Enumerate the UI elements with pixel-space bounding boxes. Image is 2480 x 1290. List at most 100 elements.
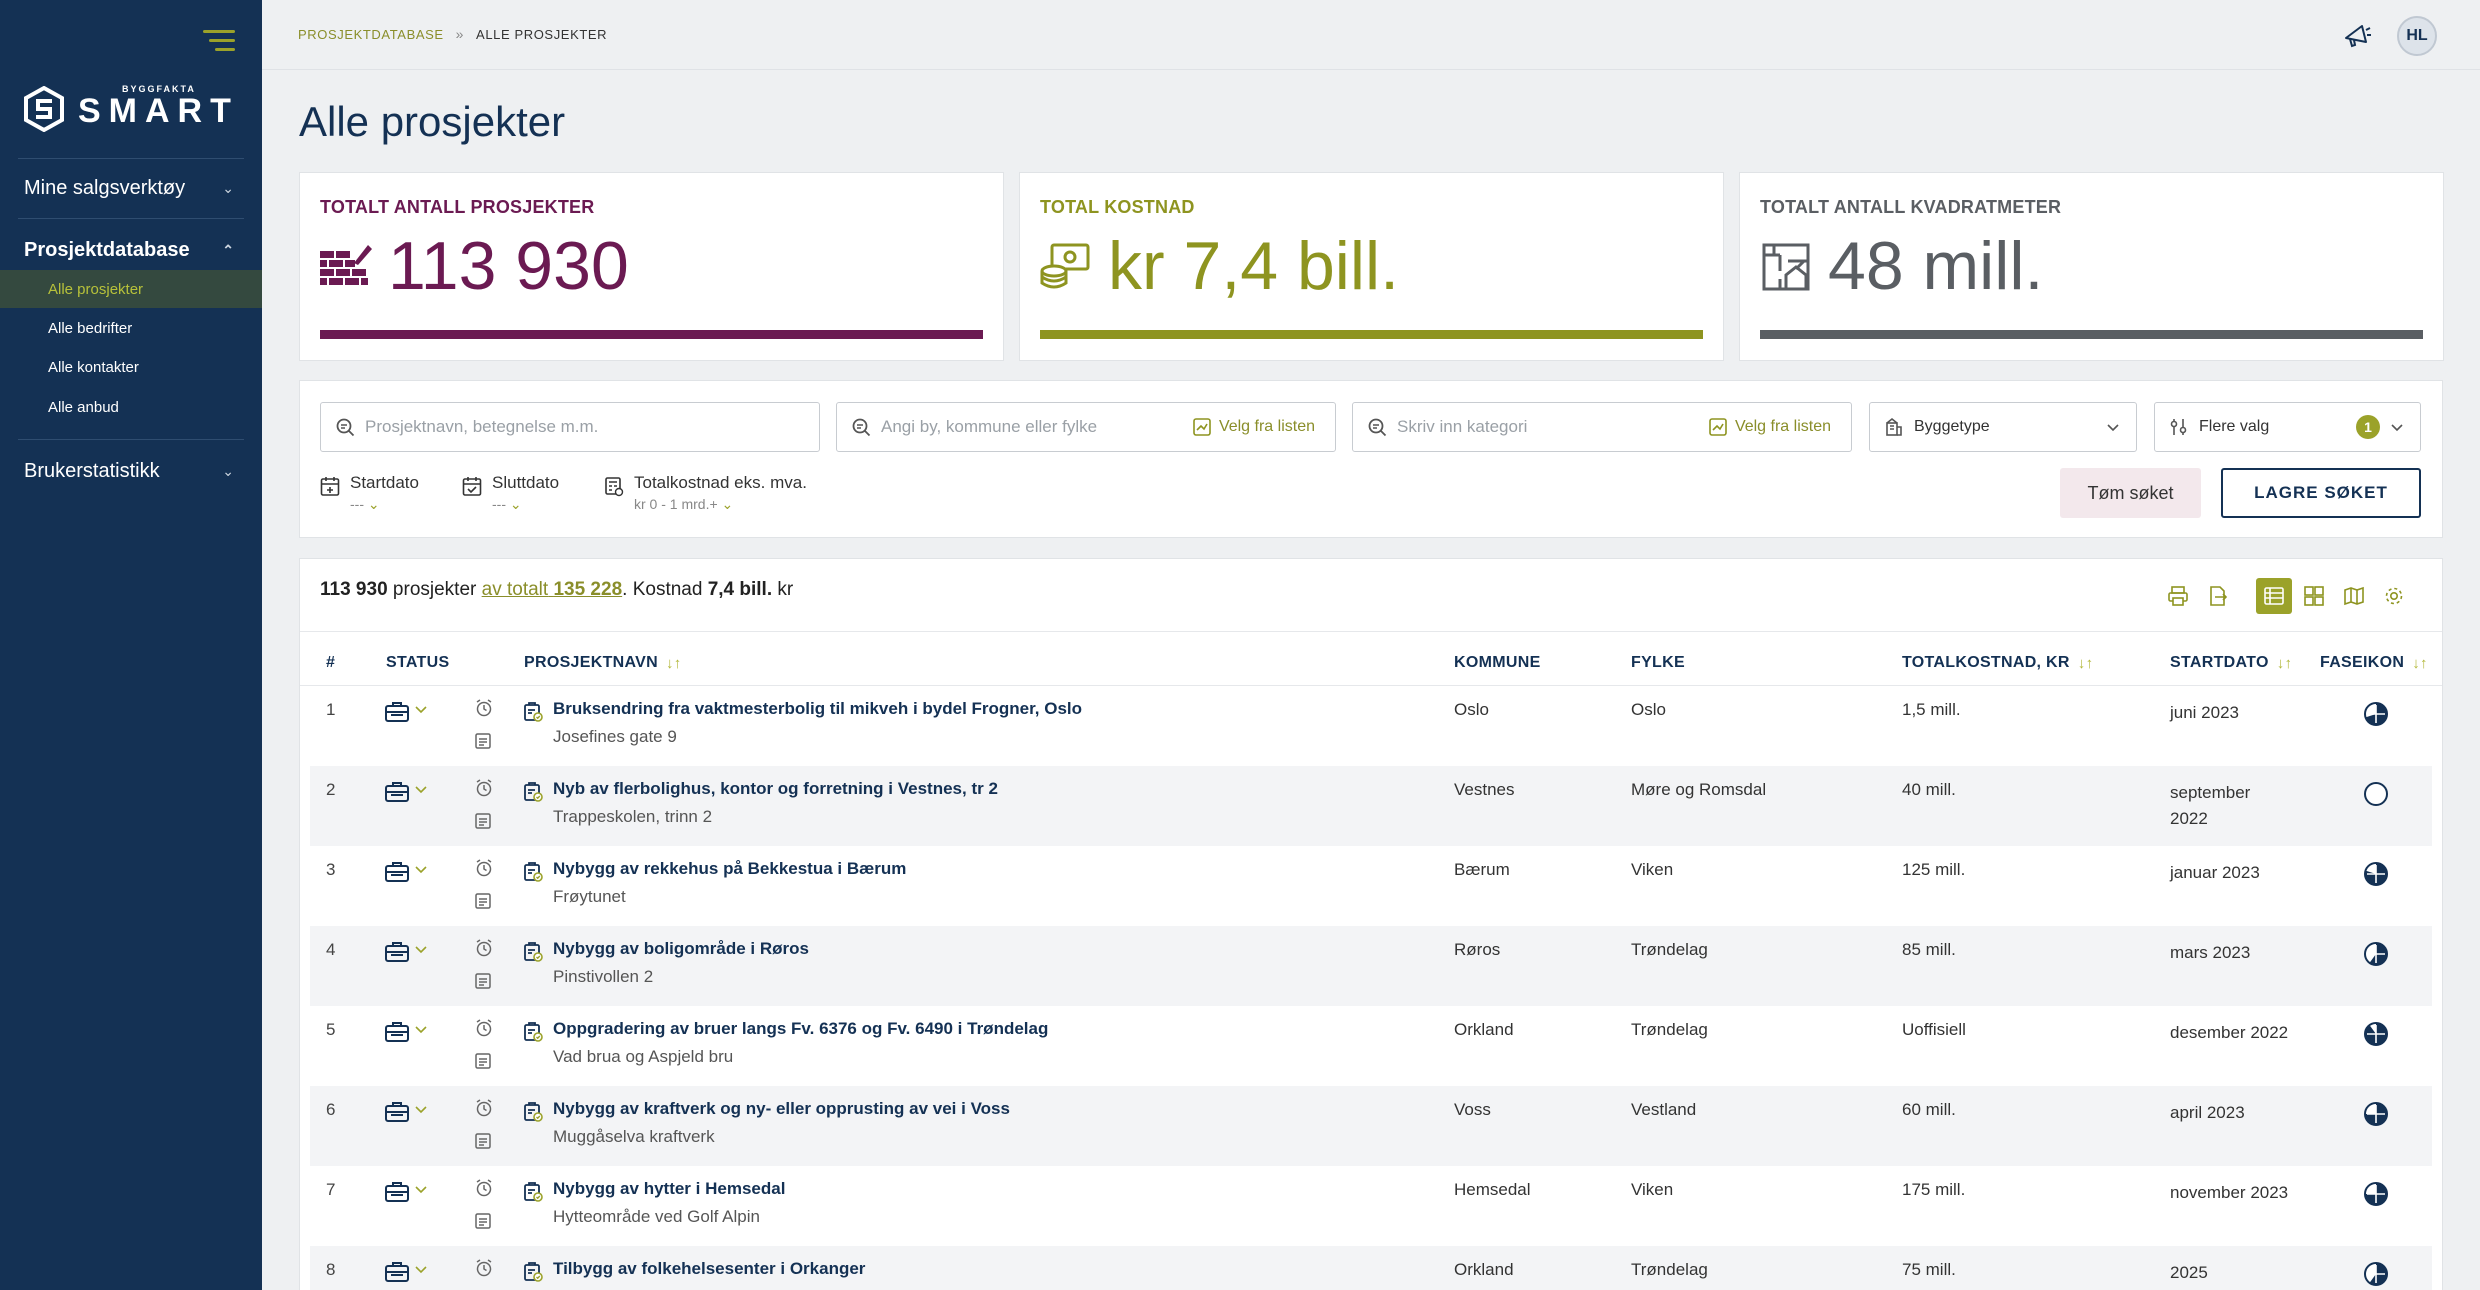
nav-section-project-database[interactable]: Prosjektdatabase ⌃ [0,228,262,272]
location-pick-from-list[interactable]: Velg fra listen [1193,418,1315,436]
chevron-down-icon[interactable] [414,1024,428,1036]
nav-section-user-statistics[interactable]: Brukerstatistikk ⌄ [0,449,262,493]
briefcase-status-icon[interactable] [384,1260,410,1284]
chevron-down-icon[interactable] [414,1264,428,1276]
note-icon[interactable] [474,1212,492,1230]
chevron-down-icon[interactable] [414,1104,428,1116]
sort-icon[interactable]: ↓↑ [2078,655,2094,672]
top-bar: PROSJEKTDATABASE » ALLE PROSJEKTER HL [262,0,2480,70]
table-row[interactable]: 5 Oppgradering av bruer langs Fv. 6376 og… [310,1006,2432,1086]
phase-icon[interactable] [2363,1261,2389,1287]
note-icon[interactable] [474,892,492,910]
sort-icon[interactable]: ↓↑ [2277,655,2293,672]
municipality-cell: Vestnes [1454,780,1515,799]
phase-icon[interactable] [2363,701,2389,727]
briefcase-status-icon[interactable] [384,700,410,724]
briefcase-status-icon[interactable] [384,940,410,964]
table-row[interactable]: 2 Nyb av flerbolighus, kontor og forretni… [310,766,2432,846]
project-name-link[interactable]: Nybygg av kraftverk og ny- eller opprust… [553,1099,1010,1119]
start-date-filter[interactable]: Startdato --- ⌄ [320,473,419,513]
calendar-add-icon [320,477,340,496]
save-search-button[interactable]: LAGRE SØKET [2221,468,2421,518]
table-row[interactable]: 3 Nybygg av rekkehus på Bekkestua i Bærum… [310,846,2432,926]
map-view-button[interactable] [2336,578,2372,614]
briefcase-status-icon[interactable] [384,1100,410,1124]
alarm-icon[interactable] [474,698,494,718]
nav-item-all-tenders[interactable]: Alle anbud [0,388,262,426]
clear-search-button[interactable]: Tøm søket [2060,468,2201,518]
briefcase-status-icon[interactable] [384,1180,410,1204]
table-row[interactable]: 1 Bruksendring fra vaktmesterbolig til mi… [310,686,2432,766]
project-name-link[interactable]: Nyb av flerbolighus, kontor og forretnin… [553,779,998,799]
alarm-icon[interactable] [474,1018,494,1038]
total-projects-link[interactable]: av totalt 135 228 [482,579,623,600]
nav-item-all-companies[interactable]: Alle bedrifter [0,309,262,347]
list-view-button[interactable] [2256,578,2292,614]
note-icon[interactable] [474,1132,492,1150]
briefcase-status-icon[interactable] [384,780,410,804]
county-cell: Trøndelag [1631,1020,1708,1039]
column-header-municipality: KOMMUNE [1454,654,1541,671]
note-icon[interactable] [474,972,492,990]
search-input[interactable] [365,417,819,437]
alarm-icon[interactable] [474,1178,494,1198]
nav-item-all-contacts[interactable]: Alle kontakter [0,348,262,386]
phase-icon[interactable] [2363,781,2389,807]
sort-icon[interactable]: ↓↑ [666,655,682,672]
category-input[interactable] [1397,417,1709,437]
note-icon[interactable] [474,1052,492,1070]
chevron-down-icon[interactable] [414,784,428,796]
breadcrumb-parent[interactable]: PROSJEKTDATABASE [298,27,444,42]
column-header-project-name[interactable]: PROSJEKTNAVN ↓↑ [524,654,682,672]
menu-toggle-icon[interactable] [203,30,235,56]
table-row[interactable]: 7 Nybygg av hytter i Hemsedal Hytteområde … [310,1166,2432,1246]
nav-item-all-projects[interactable]: Alle prosjekter [0,270,262,308]
category-pick-from-list[interactable]: Velg fra listen [1709,418,1831,436]
project-name-link[interactable]: Tilbygg av folkehelsesenter i Orkanger [553,1259,865,1279]
phase-icon[interactable] [2363,861,2389,887]
row-number: 1 [326,700,336,719]
note-icon[interactable] [474,812,492,830]
chevron-down-icon[interactable] [414,864,428,876]
project-name-link[interactable]: Nybygg av hytter i Hemsedal [553,1179,785,1199]
column-header-phase-icon[interactable]: FASEIKON ↓↑ [2320,654,2428,672]
project-name-link[interactable]: Nybygg av rekkehus på Bekkestua i Bærum [553,859,906,879]
location-input[interactable] [881,417,1193,437]
project-name-link[interactable]: Nybygg av boligområde i Røros [553,939,809,959]
phase-icon[interactable] [2363,1021,2389,1047]
phase-icon[interactable] [2363,941,2389,967]
logo[interactable]: BYGGFAKTA SMART [24,84,239,132]
table-row[interactable]: 8 Tilbygg av folkehelsesenter i Orkanger O… [310,1246,2432,1290]
phase-icon[interactable] [2363,1181,2389,1207]
nav-section-sales-tools[interactable]: Mine salgsverktøy ⌄ [0,166,262,210]
print-button[interactable] [2160,578,2196,614]
chevron-down-icon[interactable] [414,704,428,716]
more-options-select[interactable]: Flere valg 1 [2154,402,2421,452]
phase-icon[interactable] [2363,1101,2389,1127]
grid-view-button[interactable] [2296,578,2332,614]
briefcase-status-icon[interactable] [384,860,410,884]
column-header-total-cost[interactable]: TOTALKOSTNAD, KR ↓↑ [1902,654,2093,672]
building-type-select[interactable]: Byggetype [1869,402,2137,452]
chevron-down-icon[interactable] [414,944,428,956]
project-name-link[interactable]: Bruksendring fra vaktmesterbolig til mik… [553,699,1082,719]
table-row[interactable]: 4 Nybygg av boligområde i Røros Pinstivoll… [310,926,2432,1006]
export-button[interactable] [2200,578,2236,614]
table-row[interactable]: 6 Nybygg av kraftverk og ny- eller opprus… [310,1086,2432,1166]
avatar[interactable]: HL [2397,16,2437,56]
total-cost-filter[interactable]: Totalkostnad eks. mva. kr 0 - 1 mrd.+ ⌄ [604,473,807,513]
alarm-icon[interactable] [474,858,494,878]
column-header-start-date[interactable]: STARTDATO ↓↑ [2170,654,2292,672]
chevron-down-icon[interactable] [414,1184,428,1196]
announcement-icon[interactable] [2340,18,2374,52]
alarm-icon[interactable] [474,938,494,958]
settings-button[interactable] [2376,578,2412,614]
note-icon[interactable] [474,732,492,750]
sort-icon[interactable]: ↓↑ [2412,655,2428,672]
alarm-icon[interactable] [474,1098,494,1118]
end-date-filter[interactable]: Sluttdato --- ⌄ [462,473,559,513]
alarm-icon[interactable] [474,778,494,798]
briefcase-status-icon[interactable] [384,1020,410,1044]
project-name-link[interactable]: Oppgradering av bruer langs Fv. 6376 og … [553,1019,1048,1039]
alarm-icon[interactable] [474,1258,494,1278]
